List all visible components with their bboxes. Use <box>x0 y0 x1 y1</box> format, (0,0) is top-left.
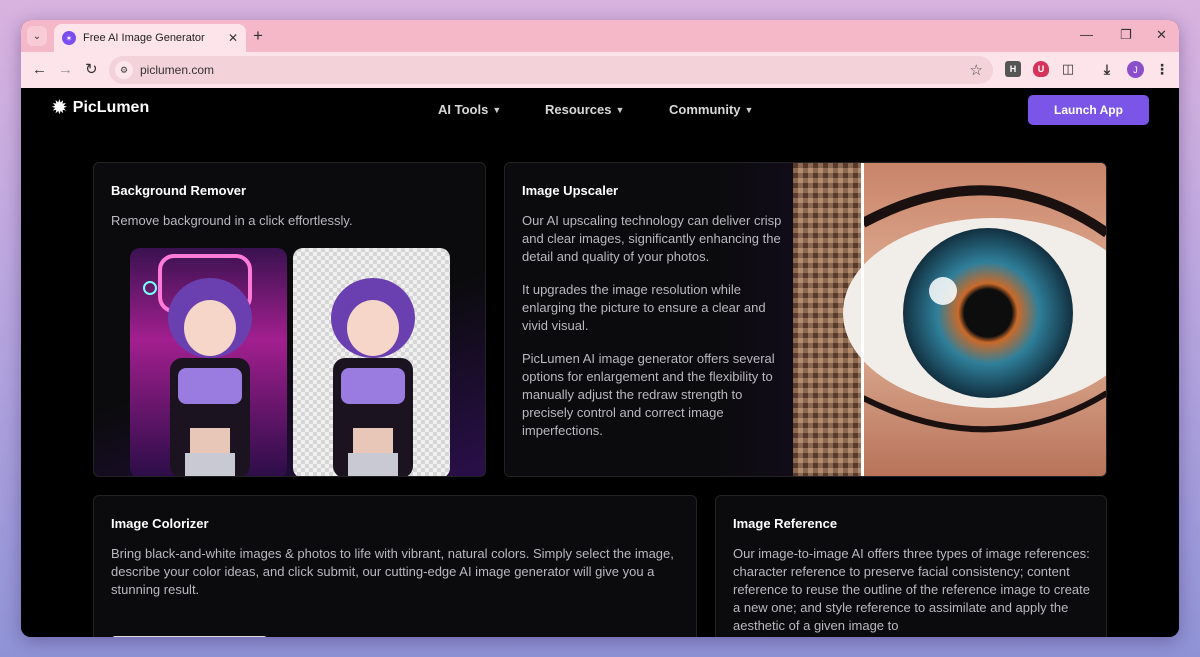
extension-h-icon[interactable]: H <box>1005 61 1021 77</box>
card-image-upscaler[interactable]: Image Upscaler Our AI upscaling technolo… <box>504 162 1107 477</box>
address-bar[interactable]: ⚙ piclumen.com ☆ <box>109 56 993 84</box>
card-description: Remove background in a click effortlessl… <box>111 213 353 228</box>
logo-text: PicLumen <box>72 99 150 116</box>
nav-community[interactable]: Community ▼ <box>669 102 753 117</box>
card-image-colorizer[interactable]: Image Colorizer Bring black-and-white im… <box>93 495 697 637</box>
piclumen-favicon-icon: ✶ <box>62 31 76 45</box>
close-tab-icon[interactable]: ✕ <box>228 31 238 45</box>
cutout-girl-illustration <box>331 278 415 476</box>
card-title: Image Colorizer <box>111 516 209 531</box>
eye-comparison-image <box>793 163 1106 476</box>
background-removed-image <box>293 248 450 476</box>
nav-ai-tools[interactable]: AI Tools ▼ <box>438 102 501 117</box>
nav-ai-tools-label: AI Tools <box>438 102 489 117</box>
upscaler-paragraph-3: PicLumen AI image generator offers sever… <box>522 351 775 438</box>
tab-bar: ⌄ ✶ Free AI Image Generator for AI ✕ + —… <box>21 20 1179 52</box>
tab-search-button[interactable]: ⌄ <box>27 26 47 46</box>
card-title: Image Upscaler <box>522 183 619 198</box>
card-description: Bring black-and-white images & photos to… <box>111 546 674 597</box>
new-tab-plus-icon[interactable]: + <box>253 26 263 46</box>
preview-image-edge <box>112 636 267 637</box>
upscaler-paragraph-2: It upgrades the image resolution while e… <box>522 282 766 333</box>
bookmark-star-icon[interactable]: ☆ <box>970 61 983 79</box>
back-arrow-icon[interactable]: ← <box>32 61 47 79</box>
minimize-icon[interactable]: — <box>1080 27 1093 43</box>
restore-icon[interactable]: ❐ <box>1120 27 1132 43</box>
card-image-reference[interactable]: Image Reference Our image-to-image AI of… <box>715 495 1107 637</box>
chevron-down-icon: ▼ <box>492 104 502 115</box>
url-text[interactable]: piclumen.com <box>140 63 214 77</box>
download-icon[interactable]: ⤓ <box>1099 61 1115 77</box>
page-content: ✹ PicLumen AI Tools ▼ Resources ▼ Commun… <box>21 88 1179 637</box>
chevron-down-icon: ▼ <box>744 104 754 115</box>
neon-girl-illustration <box>143 254 252 476</box>
site-header: ✹ PicLumen AI Tools ▼ Resources ▼ Commun… <box>21 88 1179 136</box>
card-background-remover[interactable]: Background Remover Remove background in … <box>93 162 486 477</box>
menu-kebab-icon[interactable]: ⋮ <box>1154 61 1170 77</box>
forward-arrow-icon[interactable]: → <box>58 61 73 79</box>
browser-window: ⌄ ✶ Free AI Image Generator for AI ✕ + —… <box>21 20 1179 637</box>
nav-community-label: Community <box>669 102 741 117</box>
close-window-icon[interactable]: ✕ <box>1156 27 1167 43</box>
tab-title: Free AI Image Generator for AI <box>83 32 207 44</box>
puzzle-extensions-icon[interactable]: ◫ <box>1060 61 1076 77</box>
site-info-icon[interactable]: ⚙ <box>115 61 133 79</box>
piclumen-logo[interactable]: ✹ PicLumen <box>51 98 149 118</box>
chevron-down-icon: ▼ <box>615 104 625 115</box>
upscaler-paragraph-1: Our AI upscaling technology can deliver … <box>522 213 782 264</box>
nav-resources[interactable]: Resources ▼ <box>545 102 624 117</box>
profile-avatar[interactable]: J <box>1127 61 1144 78</box>
nav-resources-label: Resources <box>545 102 612 117</box>
card-title: Background Remover <box>111 183 247 198</box>
browser-tab[interactable]: ✶ Free AI Image Generator for AI ✕ <box>54 24 246 52</box>
reload-icon[interactable]: ↻ <box>85 61 98 79</box>
original-image <box>130 248 287 476</box>
launch-app-button[interactable]: Launch App <box>1028 95 1149 125</box>
card-title: Image Reference <box>733 516 838 531</box>
browser-toolbar: ← → ↻ ⚙ piclumen.com ☆ H U ◫ ⤓ J ⋮ <box>21 52 1179 88</box>
chevron-down-icon: ⌄ <box>32 30 42 42</box>
card-description: Our AI upscaling technology can deliver … <box>522 212 782 440</box>
card-description: Our image-to-image AI offers three types… <box>733 546 1090 633</box>
shield-extension-icon[interactable]: U <box>1033 61 1049 77</box>
sunburst-logo-icon: ✹ <box>51 97 68 119</box>
